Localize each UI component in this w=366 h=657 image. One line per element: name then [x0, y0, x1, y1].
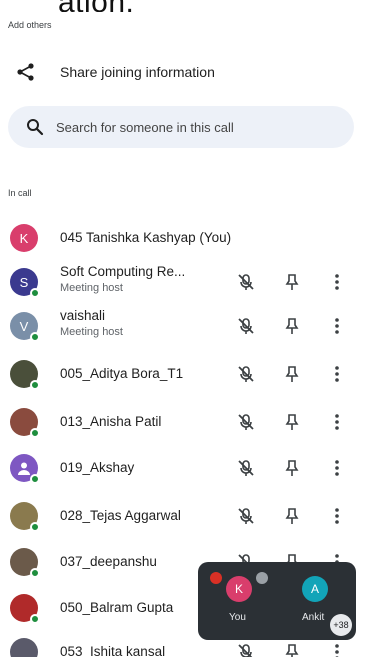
participant-name: 050_Balram Gupta: [60, 600, 174, 615]
avatar: S: [10, 268, 40, 298]
tile-letter: A: [310, 582, 319, 596]
avatar-letter: S: [19, 274, 29, 290]
mic-off-icon[interactable]: [236, 458, 256, 478]
present-indicator: [30, 380, 40, 390]
participant-tile-label: Ankit: [302, 612, 325, 623]
pin-icon[interactable]: [282, 364, 302, 384]
avatar-photo: [10, 408, 40, 438]
search-input[interactable]: [56, 106, 346, 148]
participant-name: 053_Ishita kansal: [60, 644, 166, 657]
participant-name: 013_Anisha Patil: [60, 414, 162, 429]
participant-name: 019_Akshay: [60, 460, 135, 475]
present-indicator: [30, 614, 40, 624]
avatar-photo: [10, 594, 40, 624]
in-call-section-label: In call: [8, 188, 32, 198]
search-bar[interactable]: [8, 106, 354, 148]
participant-name: Soft Computing Re...: [60, 264, 186, 279]
more-options-icon[interactable]: [330, 316, 344, 336]
participant-role: Meeting host: [60, 282, 123, 294]
present-indicator: [30, 428, 40, 438]
avatar-letter: K: [19, 230, 29, 246]
more-participants-badge[interactable]: +38: [330, 614, 352, 636]
avatar: V: [10, 312, 40, 342]
participant-row[interactable]: 019_Akshay: [0, 446, 366, 490]
pin-icon[interactable]: [282, 316, 302, 336]
present-indicator: [30, 568, 40, 578]
pin-icon[interactable]: [282, 506, 302, 526]
mic-off-icon[interactable]: [236, 412, 256, 432]
share-icon: [17, 63, 34, 81]
participant-row[interactable]: V vaishali Meeting host: [0, 304, 366, 348]
participant-tile-avatar: A: [302, 576, 328, 602]
present-indicator: [30, 288, 40, 298]
participant-row[interactable]: 013_Anisha Patil: [0, 400, 366, 444]
pin-icon[interactable]: [282, 272, 302, 292]
participant-name: vaishali: [60, 308, 106, 323]
mic-off-icon[interactable]: [236, 642, 256, 657]
pin-icon[interactable]: [282, 642, 302, 657]
avatar: K: [10, 224, 38, 252]
participant-row[interactable]: 028_Tejas Aggarwal: [0, 494, 366, 538]
present-indicator: [30, 474, 40, 484]
share-joining-info-button[interactable]: Share joining information: [0, 56, 366, 90]
mic-off-icon[interactable]: [236, 272, 256, 292]
avatar-photo: [10, 548, 40, 578]
share-label: Share joining information: [60, 64, 215, 80]
avatar-photo: [10, 638, 38, 657]
tile-letter: K: [234, 582, 243, 596]
participant-row[interactable]: K 045 Tanishka Kashyap (You): [0, 216, 366, 260]
present-indicator: [30, 522, 40, 532]
participant-name: 028_Tejas Aggarwal: [60, 508, 181, 523]
self-tile-avatar: K: [226, 576, 252, 602]
floating-self-view[interactable]: K You A Ankit +38: [198, 562, 356, 640]
self-tile-label: You: [229, 612, 246, 623]
avatar-placeholder: [10, 454, 40, 484]
avatar-letter: V: [19, 318, 29, 334]
participant-name: 045 Tanishka Kashyap (You): [60, 230, 232, 245]
mic-muted-badge: [256, 572, 268, 584]
more-options-icon[interactable]: [330, 506, 344, 526]
participant-name: 005_Aditya Bora_T1: [60, 366, 184, 381]
participant-name: 037_deepanshu: [60, 554, 157, 569]
avatar-photo: [10, 360, 40, 390]
participant-row[interactable]: 005_Aditya Bora_T1: [0, 352, 366, 396]
present-indicator: [30, 332, 40, 342]
search-icon: [27, 119, 44, 136]
mic-off-icon[interactable]: [236, 364, 256, 384]
title-fragment-text: ation.: [58, 0, 134, 12]
more-options-icon[interactable]: [330, 412, 344, 432]
add-others-label: Add others: [8, 20, 52, 30]
more-options-icon[interactable]: [330, 272, 344, 292]
pin-icon[interactable]: [282, 458, 302, 478]
person-icon: [18, 462, 30, 475]
participant-row[interactable]: S Soft Computing Re... Meeting host: [0, 260, 366, 304]
pin-icon[interactable]: [282, 412, 302, 432]
page-title-fragment: ation.: [0, 0, 366, 12]
more-options-icon[interactable]: [330, 364, 344, 384]
participant-role: Meeting host: [60, 326, 123, 338]
mic-off-icon[interactable]: [236, 506, 256, 526]
mic-muted-badge: [210, 572, 222, 584]
more-options-icon[interactable]: [330, 642, 344, 657]
avatar-photo: [10, 502, 40, 532]
mic-off-icon[interactable]: [236, 316, 256, 336]
more-options-icon[interactable]: [330, 458, 344, 478]
